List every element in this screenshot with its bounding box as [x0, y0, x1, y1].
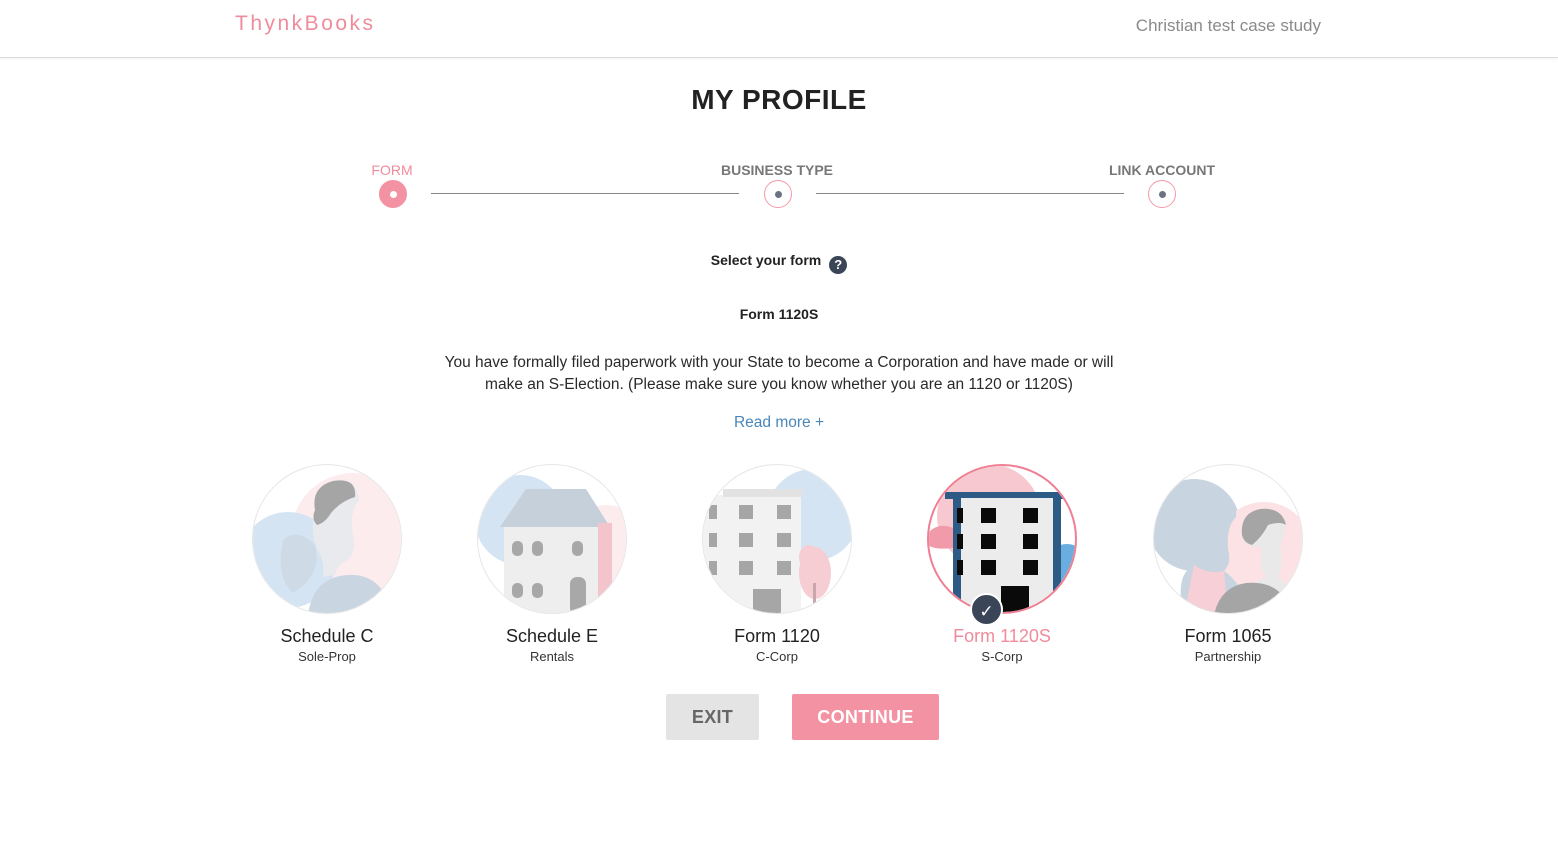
option-schedule-c[interactable]: Schedule C Sole-Prop: [237, 464, 417, 664]
option-form-1120s[interactable]: ✓ Form 1120S S-Corp: [912, 464, 1092, 664]
option-title: Form 1120: [734, 626, 820, 646]
option-form-1065[interactable]: Form 1065 Partnership: [1138, 464, 1318, 664]
step-label-form: FORM: [371, 162, 413, 178]
step-dot-form[interactable]: [379, 180, 407, 208]
step-label-link-account: LINK ACCOUNT: [1108, 162, 1216, 178]
two-people-icon[interactable]: [1153, 464, 1303, 614]
step-label-business-type: BUSINESS TYPE: [720, 162, 834, 178]
continue-button[interactable]: CONTINUE: [792, 694, 939, 740]
page-title: MY PROFILE: [691, 84, 867, 115]
select-form-text: Select your form: [710, 252, 822, 268]
building-tree-icon[interactable]: [702, 464, 852, 614]
step-connector: [816, 193, 1124, 194]
top-bar: ThynkBooks Christian test case study: [0, 0, 1558, 58]
option-subtitle: C-Corp: [756, 649, 798, 664]
option-subtitle: Rentals: [529, 649, 575, 664]
question-mark-icon[interactable]: ?: [829, 256, 848, 274]
option-title: Form 1120S: [953, 626, 1051, 646]
user-name[interactable]: Christian test case study: [1136, 16, 1321, 36]
step-dot-link-account[interactable]: [1148, 180, 1176, 208]
house-icon[interactable]: [477, 464, 627, 614]
option-subtitle: Partnership: [1194, 649, 1262, 664]
option-title: Form 1065: [1184, 626, 1272, 646]
option-subtitle: Sole-Prop: [298, 649, 356, 664]
step-dot-business-type[interactable]: [764, 180, 792, 208]
option-title: Schedule E: [505, 626, 599, 646]
select-form-label: Select your form?: [0, 252, 1558, 274]
option-form-1120[interactable]: Form 1120 C-Corp: [687, 464, 867, 664]
app-logo[interactable]: ThynkBooks: [235, 12, 376, 36]
selected-form-name: Form 1120S: [739, 306, 819, 322]
option-title: Schedule C: [280, 626, 374, 646]
exit-button[interactable]: EXIT: [666, 694, 759, 740]
step-connector: [431, 193, 739, 194]
checkmark-icon: ✓: [970, 593, 1003, 626]
form-description: You have formally filed paperwork with y…: [444, 354, 1114, 393]
read-more-link[interactable]: Read more +: [0, 414, 1558, 432]
office-building-icon[interactable]: [927, 464, 1077, 614]
option-schedule-e[interactable]: Schedule E Rentals: [462, 464, 642, 664]
option-subtitle: S-Corp: [981, 649, 1023, 664]
person-profile-icon[interactable]: [252, 464, 402, 614]
